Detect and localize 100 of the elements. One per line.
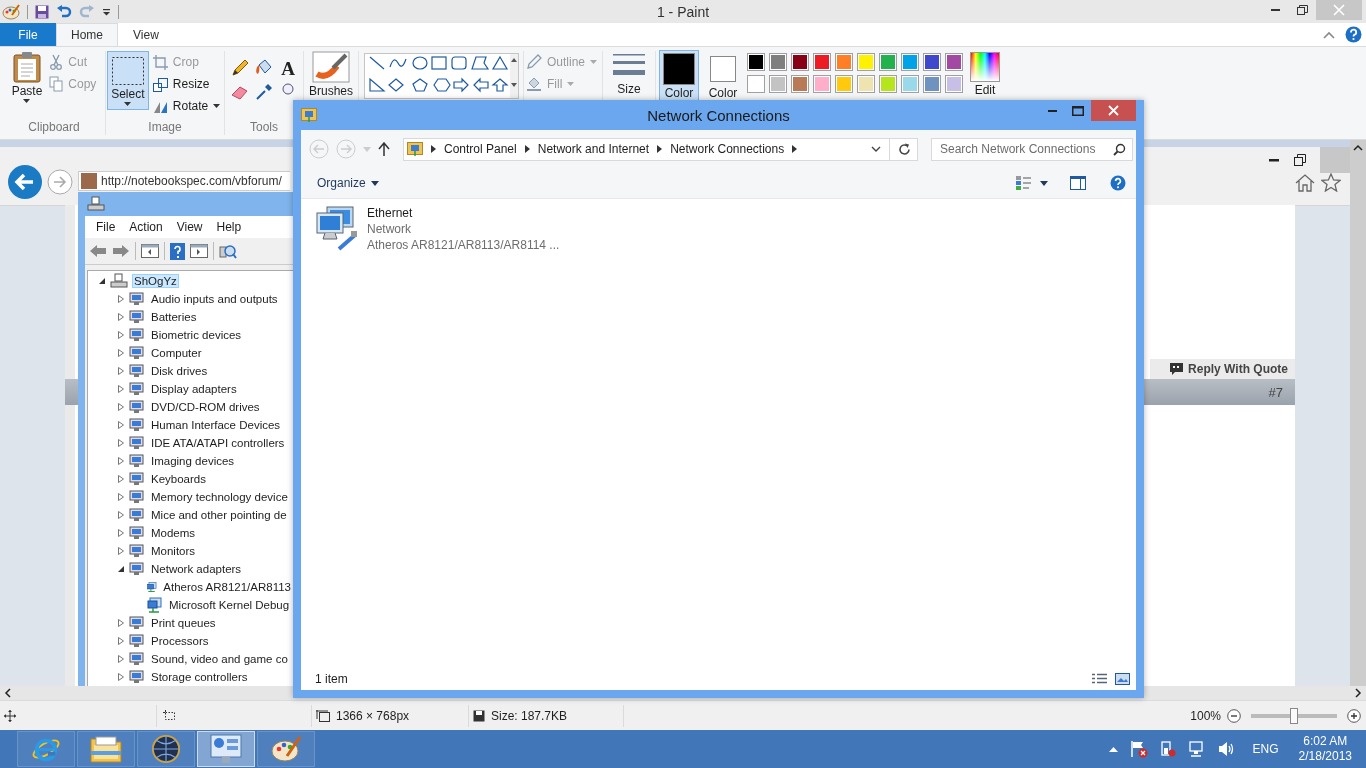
chevron-right-icon[interactable]: [657, 145, 663, 153]
clock-time[interactable]: 6:02 AM: [1303, 734, 1348, 749]
clock-date[interactable]: 2/18/2013: [1298, 749, 1352, 764]
connection-item[interactable]: Ethernet Network Atheros AR8121/AR8113/AR8114 ...: [315, 205, 560, 253]
brushes-button[interactable]: Brushes: [306, 51, 356, 98]
taskbar-app-button[interactable]: [197, 731, 255, 767]
palette-swatch[interactable]: [901, 53, 919, 71]
organize-button[interactable]: Organize: [317, 176, 379, 190]
home-icon[interactable]: [1295, 174, 1315, 192]
expanded-arrow-icon[interactable]: [117, 565, 125, 573]
tree-item[interactable]: Network adapters: [149, 562, 244, 576]
console-tree-icon[interactable]: [141, 244, 159, 258]
palette-swatch[interactable]: [813, 53, 831, 71]
palette-swatch[interactable]: [769, 53, 787, 71]
file-tab[interactable]: File: [0, 23, 56, 46]
caret-icon[interactable]: [102, 7, 111, 16]
show-hidden-icons-button[interactable]: [1108, 746, 1118, 752]
palette-swatch[interactable]: [945, 75, 963, 93]
breadcrumb-item[interactable]: Control Panel: [444, 142, 517, 156]
help-icon[interactable]: [1110, 175, 1126, 191]
tree-item[interactable]: Biometric devices: [149, 328, 244, 342]
palette-swatch[interactable]: [835, 53, 853, 71]
caret-icon[interactable]: [1040, 180, 1048, 186]
taskbar-app-button[interactable]: [137, 731, 195, 767]
up-arrow-icon[interactable]: [378, 142, 390, 156]
tree-item[interactable]: Audio inputs and outputs: [149, 292, 280, 306]
tree-item[interactable]: DVD/CD-ROM drives: [149, 400, 262, 414]
palette-swatch[interactable]: [945, 53, 963, 71]
chevron-right-icon[interactable]: [524, 145, 530, 153]
collapsed-arrow-icon[interactable]: [117, 619, 125, 627]
edit-colors-button[interactable]: Edit: [967, 50, 1003, 97]
forward-icon[interactable]: [112, 244, 130, 258]
favorites-star-icon[interactable]: [1321, 173, 1341, 192]
back-button[interactable]: [8, 165, 42, 199]
collapsed-arrow-icon[interactable]: [117, 385, 125, 393]
palette-swatch[interactable]: [769, 75, 787, 93]
palette-swatch[interactable]: [791, 75, 809, 93]
help-icon[interactable]: [1345, 26, 1362, 43]
scroll-right-icon[interactable]: [1355, 688, 1362, 698]
size-button[interactable]: Size: [610, 51, 648, 96]
breadcrumb-item[interactable]: Network Connections: [670, 142, 785, 156]
tree-item[interactable]: Memory technology device: [149, 490, 290, 504]
tree-item[interactable]: Storage controllers: [149, 670, 250, 684]
color-button[interactable]: Color: [659, 50, 699, 101]
tree-item[interactable]: IDE ATA/ATAPI controllers: [149, 436, 287, 450]
network-icon[interactable]: [1187, 740, 1206, 758]
zoom-in-button[interactable]: [1347, 708, 1361, 723]
palette-swatch[interactable]: [747, 53, 765, 71]
palette-swatch[interactable]: [835, 75, 853, 93]
palette-swatch[interactable]: [791, 53, 809, 71]
palette-swatch[interactable]: [857, 53, 875, 71]
resize-button[interactable]: Resize: [152, 75, 224, 93]
reply-with-quote-link[interactable]: Reply With Quote: [1150, 359, 1295, 379]
paste-button[interactable]: Paste: [8, 51, 46, 104]
vertical-scrollbar[interactable]: [1350, 140, 1366, 686]
scan-hardware-icon[interactable]: [219, 243, 237, 259]
tree-item[interactable]: Print queues: [149, 616, 218, 630]
tree-item[interactable]: Display adapters: [149, 382, 239, 396]
palette-swatch[interactable]: [879, 53, 897, 71]
menu-item[interactable]: View: [169, 220, 210, 234]
collapsed-arrow-icon[interactable]: [117, 655, 125, 663]
collapsed-arrow-icon[interactable]: [117, 439, 125, 447]
tree-item[interactable]: Processors: [149, 634, 211, 648]
scroll-left-icon[interactable]: [4, 688, 11, 698]
tree-item[interactable]: Disk drives: [149, 364, 210, 378]
refresh-icon[interactable]: [898, 142, 911, 156]
chevron-right-icon[interactable]: [792, 145, 798, 153]
collapsed-arrow-icon[interactable]: [117, 475, 125, 483]
collapsed-arrow-icon[interactable]: [117, 349, 125, 357]
zoom-out-button[interactable]: [1227, 708, 1241, 723]
tree-item[interactable]: Sound, video and game co: [149, 652, 290, 666]
view-options-icon[interactable]: [1015, 175, 1032, 191]
collapsed-arrow-icon[interactable]: [117, 295, 125, 303]
save-icon[interactable]: [35, 4, 49, 19]
details-view-icon[interactable]: [1092, 673, 1107, 685]
tree-item[interactable]: Imaging devices: [149, 454, 237, 468]
collapsed-arrow-icon[interactable]: [117, 637, 125, 645]
color-button[interactable]: Color: [703, 50, 743, 101]
shapes-gallery[interactable]: [363, 53, 519, 99]
text-tool[interactable]: A: [281, 59, 295, 83]
collapsed-arrow-icon[interactable]: [117, 547, 125, 555]
palette-swatch[interactable]: [747, 75, 765, 93]
ribbon-tab[interactable]: Home: [56, 23, 118, 46]
restore-button[interactable]: [1294, 154, 1306, 166]
taskbar-app-button[interactable]: [257, 731, 315, 767]
palette-swatch[interactable]: [923, 53, 941, 71]
taskbar-app-button[interactable]: [77, 731, 135, 767]
pencil-icon[interactable]: [231, 59, 249, 77]
minimize-button[interactable]: [1268, 158, 1280, 162]
preview-pane-icon[interactable]: [1070, 176, 1086, 190]
collapsed-arrow-icon[interactable]: [117, 493, 125, 501]
input-language[interactable]: ENG: [1252, 742, 1279, 756]
chevron-down-icon[interactable]: [871, 146, 881, 152]
collapsed-arrow-icon[interactable]: [117, 511, 125, 519]
collapsed-arrow-icon[interactable]: [117, 529, 125, 537]
paint-bucket-icon[interactable]: [255, 59, 273, 77]
tree-item[interactable]: ShOgYz: [132, 274, 179, 288]
palette-swatch[interactable]: [813, 75, 831, 93]
rotate-button[interactable]: Rotate: [152, 97, 224, 115]
slider-thumb[interactable]: [1290, 707, 1298, 724]
